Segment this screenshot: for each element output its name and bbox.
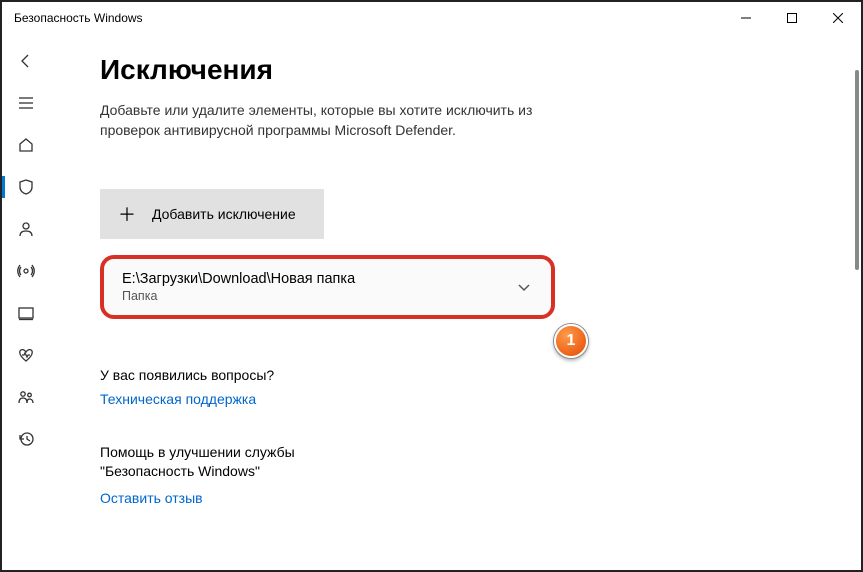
window-body: Исключения Добавьте или удалите элементы… — [2, 34, 861, 570]
close-button[interactable] — [815, 2, 861, 34]
window-controls — [723, 2, 861, 34]
help-title: Помощь в улучшении службы "Безопасность … — [100, 443, 380, 482]
titlebar: Безопасность Windows — [2, 2, 861, 34]
exclusion-path: E:\Загрузки\Download\Новая папка — [122, 271, 355, 287]
sidebar-item-firewall[interactable] — [2, 250, 50, 292]
questions-section: У вас появились вопросы? Техническая под… — [100, 367, 831, 407]
sidebar-item-account[interactable] — [2, 208, 50, 250]
page-description: Добавьте или удалите элементы, которые в… — [100, 100, 560, 141]
scrollbar[interactable] — [849, 70, 859, 564]
questions-title: У вас появились вопросы? — [100, 367, 831, 383]
callout-badge: 1 — [554, 324, 588, 358]
exclusion-kind: Папка — [122, 289, 355, 303]
sidebar-item-device-health[interactable] — [2, 334, 50, 376]
help-section: Помощь в улучшении службы "Безопасность … — [100, 443, 831, 506]
sidebar-item-family[interactable] — [2, 376, 50, 418]
app-window: Безопасность Windows — [0, 0, 863, 572]
minimize-button[interactable] — [723, 2, 769, 34]
plus-icon: ＋ — [118, 201, 136, 227]
window-title: Безопасность Windows — [14, 11, 143, 25]
support-link[interactable]: Техническая поддержка — [100, 391, 831, 407]
chevron-down-icon — [515, 278, 533, 296]
page-title: Исключения — [100, 54, 831, 86]
exclusion-item[interactable]: E:\Загрузки\Download\Новая папка Папка — [100, 255, 555, 319]
exclusion-text: E:\Загрузки\Download\Новая папка Папка — [122, 271, 355, 303]
back-button[interactable] — [2, 40, 50, 82]
feedback-link[interactable]: Оставить отзыв — [100, 490, 831, 506]
menu-button[interactable] — [2, 82, 50, 124]
add-exclusion-button[interactable]: ＋ Добавить исключение — [100, 189, 324, 239]
content-area: Исключения Добавьте или удалите элементы… — [50, 34, 861, 570]
sidebar-item-home[interactable] — [2, 124, 50, 166]
scrollbar-thumb[interactable] — [855, 70, 859, 270]
sidebar — [2, 34, 50, 570]
callout-number: 1 — [567, 332, 576, 350]
sidebar-item-protection[interactable] — [2, 166, 50, 208]
sidebar-item-history[interactable] — [2, 418, 50, 460]
maximize-button[interactable] — [769, 2, 815, 34]
add-exclusion-label: Добавить исключение — [152, 206, 296, 222]
sidebar-item-app-control[interactable] — [2, 292, 50, 334]
